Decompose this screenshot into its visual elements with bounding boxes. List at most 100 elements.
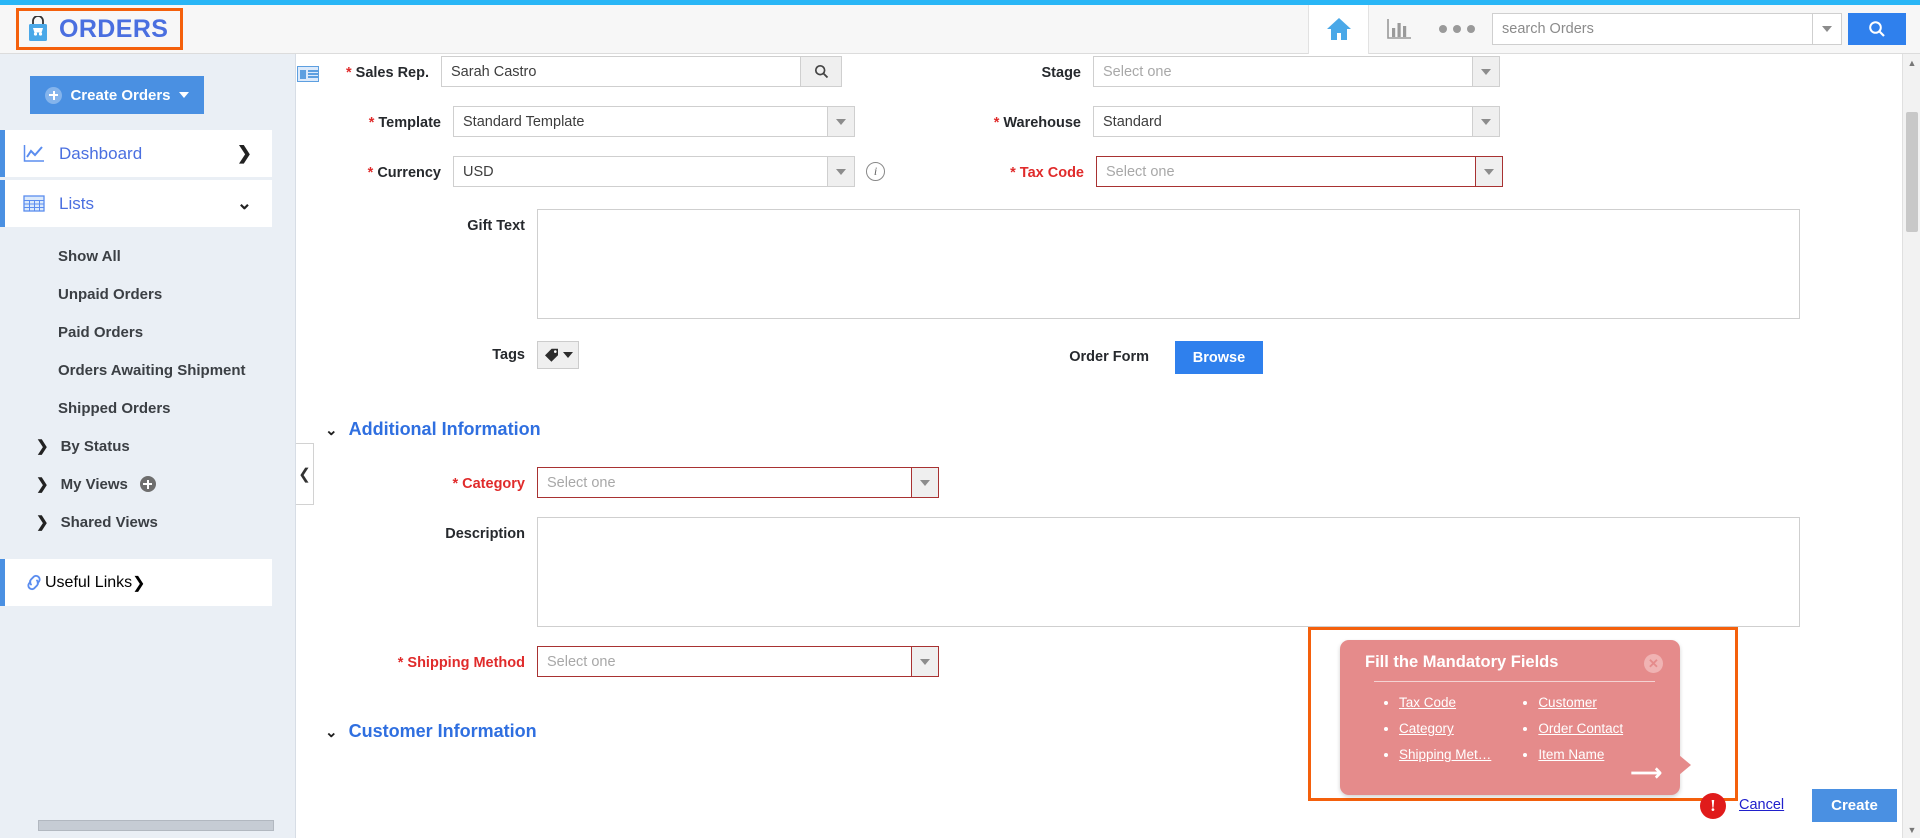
sidebar-item-dashboard[interactable]: Dashboard ❯	[0, 130, 272, 177]
chevron-right-icon: ❯	[132, 573, 145, 593]
template-select[interactable]	[453, 106, 828, 137]
field-label-warehouse: * Warehouse	[976, 106, 1081, 131]
home-icon	[1325, 16, 1353, 42]
chevron-down-icon: ⌄	[237, 193, 252, 214]
top-bar: ORDERS	[0, 5, 1920, 54]
sidebar-item-orders-awaiting-shipment[interactable]: Orders Awaiting Shipment	[0, 351, 295, 389]
sidebar-horizontal-scrollbar[interactable]	[38, 820, 274, 831]
category-dropdown-button[interactable]	[912, 467, 939, 498]
field-currency: * Currency i	[331, 156, 885, 187]
required-asterisk: *	[346, 65, 352, 81]
scrollbar-thumb[interactable]	[1906, 112, 1918, 232]
section-header-additional-information[interactable]: ⌄ Additional Information	[325, 419, 1902, 440]
shipping-method-select[interactable]	[537, 646, 912, 677]
popup-tail	[1679, 755, 1691, 775]
sidebar-group-by-status[interactable]: ❯ By Status	[0, 427, 295, 465]
shipping-method-dropdown-button[interactable]	[912, 646, 939, 677]
line-chart-icon	[23, 144, 45, 163]
search-scope-dropdown[interactable]	[1812, 13, 1842, 45]
field-label-sales-rep: * Sales Rep.	[319, 56, 429, 81]
list-item: Order Contact	[1538, 716, 1623, 742]
popup-link-customer[interactable]: Customer	[1538, 695, 1597, 710]
cancel-button[interactable]: Cancel	[1739, 797, 1784, 813]
sidebar-group-my-views[interactable]: ❯ My Views	[0, 465, 295, 503]
currency-dropdown-button[interactable]	[828, 156, 855, 187]
chevron-right-icon: ❯	[36, 475, 49, 493]
sidebar-group-shared-views[interactable]: ❯ Shared Views	[0, 503, 295, 541]
sidebar-item-shipped-orders[interactable]: Shipped Orders	[0, 389, 295, 427]
bar-chart-icon	[1386, 17, 1412, 41]
form-row-gift-text: Gift Text	[297, 209, 1902, 319]
warehouse-dropdown-button[interactable]	[1473, 106, 1500, 137]
chevron-right-icon: ❯	[237, 143, 252, 164]
sidebar-item-useful-links[interactable]: Useful Links ❯	[0, 559, 272, 606]
close-icon[interactable]: ✕	[1644, 654, 1663, 673]
field-label-template: * Template	[331, 106, 441, 131]
more-options-button[interactable]	[1428, 5, 1486, 54]
category-select[interactable]	[537, 467, 912, 498]
scroll-up-icon[interactable]: ▲	[1903, 54, 1920, 71]
order-form-browse-button[interactable]: Browse	[1175, 341, 1263, 374]
sidebar-item-lists[interactable]: Lists ⌄	[0, 180, 272, 227]
currency-select[interactable]	[453, 156, 828, 187]
required-asterisk: *	[1010, 165, 1016, 181]
stage-select[interactable]	[1093, 56, 1473, 87]
template-dropdown-button[interactable]	[828, 106, 855, 137]
create-button[interactable]: Create	[1812, 789, 1897, 822]
tax-code-dropdown-button[interactable]	[1476, 156, 1503, 187]
description-textarea[interactable]	[537, 517, 1800, 627]
sidebar-item-show-all[interactable]: Show All	[0, 237, 295, 275]
chevron-right-icon: ❯	[36, 437, 49, 455]
currency-info-icon[interactable]: i	[866, 162, 885, 181]
sidebar-item-paid-orders[interactable]: Paid Orders	[0, 313, 295, 351]
sales-rep-lookup-button[interactable]	[801, 56, 842, 87]
tax-code-select[interactable]	[1096, 156, 1476, 187]
sidebar-collapse-handle[interactable]: ❮	[296, 443, 314, 505]
section-title: Customer Information	[349, 721, 537, 742]
chevron-down-icon	[1822, 26, 1832, 32]
search-submit-button[interactable]	[1848, 13, 1906, 45]
form-row-tags-order-form: Tags Order Form Browse	[297, 341, 1902, 374]
sales-rep-input[interactable]	[441, 56, 801, 87]
popup-field-lists: Tax Code Category Shipping Met… Customer…	[1340, 682, 1680, 768]
popup-link-tax-code[interactable]: Tax Code	[1399, 695, 1456, 710]
contact-card-icon	[297, 66, 319, 82]
create-orders-label: Create Orders	[70, 87, 170, 104]
reports-button[interactable]	[1368, 5, 1428, 54]
popup-link-category[interactable]: Category	[1399, 721, 1454, 736]
popup-link-order-contact[interactable]: Order Contact	[1538, 721, 1623, 736]
main-vertical-scrollbar[interactable]: ▲ ▼	[1902, 54, 1920, 838]
sidebar: Create Orders Dashboard ❯ Lists ⌄ Show A…	[0, 54, 296, 838]
page-title: ORDERS	[59, 15, 168, 44]
popup-link-item-name[interactable]: Item Name	[1538, 747, 1604, 762]
stage-dropdown-button[interactable]	[1473, 56, 1500, 87]
popup-right-column: Customer Order Contact Item Name	[1523, 690, 1623, 768]
list-item: Shipping Met…	[1399, 742, 1491, 768]
sidebar-item-label: Lists	[59, 194, 237, 214]
warehouse-select[interactable]	[1093, 106, 1473, 137]
arrow-right-icon[interactable]: ⟶	[1630, 760, 1662, 786]
sidebar-group-label: My Views	[61, 476, 128, 493]
shopping-bag-icon	[27, 16, 49, 42]
home-button[interactable]	[1308, 5, 1368, 54]
chevron-left-icon: ❮	[298, 465, 311, 483]
add-view-icon[interactable]	[140, 476, 156, 492]
tags-picker-button[interactable]	[537, 341, 579, 369]
field-label-tax-code: * Tax Code	[979, 156, 1084, 181]
form-row-currency-taxcode: * Currency i * Tax Code	[297, 156, 1902, 187]
chevron-down-icon: ⌄	[325, 723, 338, 741]
popup-link-shipping-method[interactable]: Shipping Met…	[1399, 747, 1491, 762]
more-dots-icon	[1467, 25, 1475, 33]
form-row-template-warehouse: * Template * Warehouse	[297, 106, 1902, 137]
sidebar-item-label: Useful Links	[45, 574, 132, 592]
search-input[interactable]	[1492, 13, 1812, 45]
scroll-down-icon[interactable]: ▼	[1903, 821, 1920, 838]
gift-text-textarea[interactable]	[537, 209, 1800, 319]
chevron-right-icon: ❯	[36, 513, 49, 531]
field-warehouse: * Warehouse	[976, 106, 1500, 137]
field-label-category: * Category	[297, 467, 525, 492]
create-orders-button[interactable]: Create Orders	[30, 76, 204, 114]
app-title-container[interactable]: ORDERS	[16, 8, 183, 50]
sidebar-item-unpaid-orders[interactable]: Unpaid Orders	[0, 275, 295, 313]
sidebar-list-group: Show All Unpaid Orders Paid Orders Order…	[0, 237, 295, 427]
